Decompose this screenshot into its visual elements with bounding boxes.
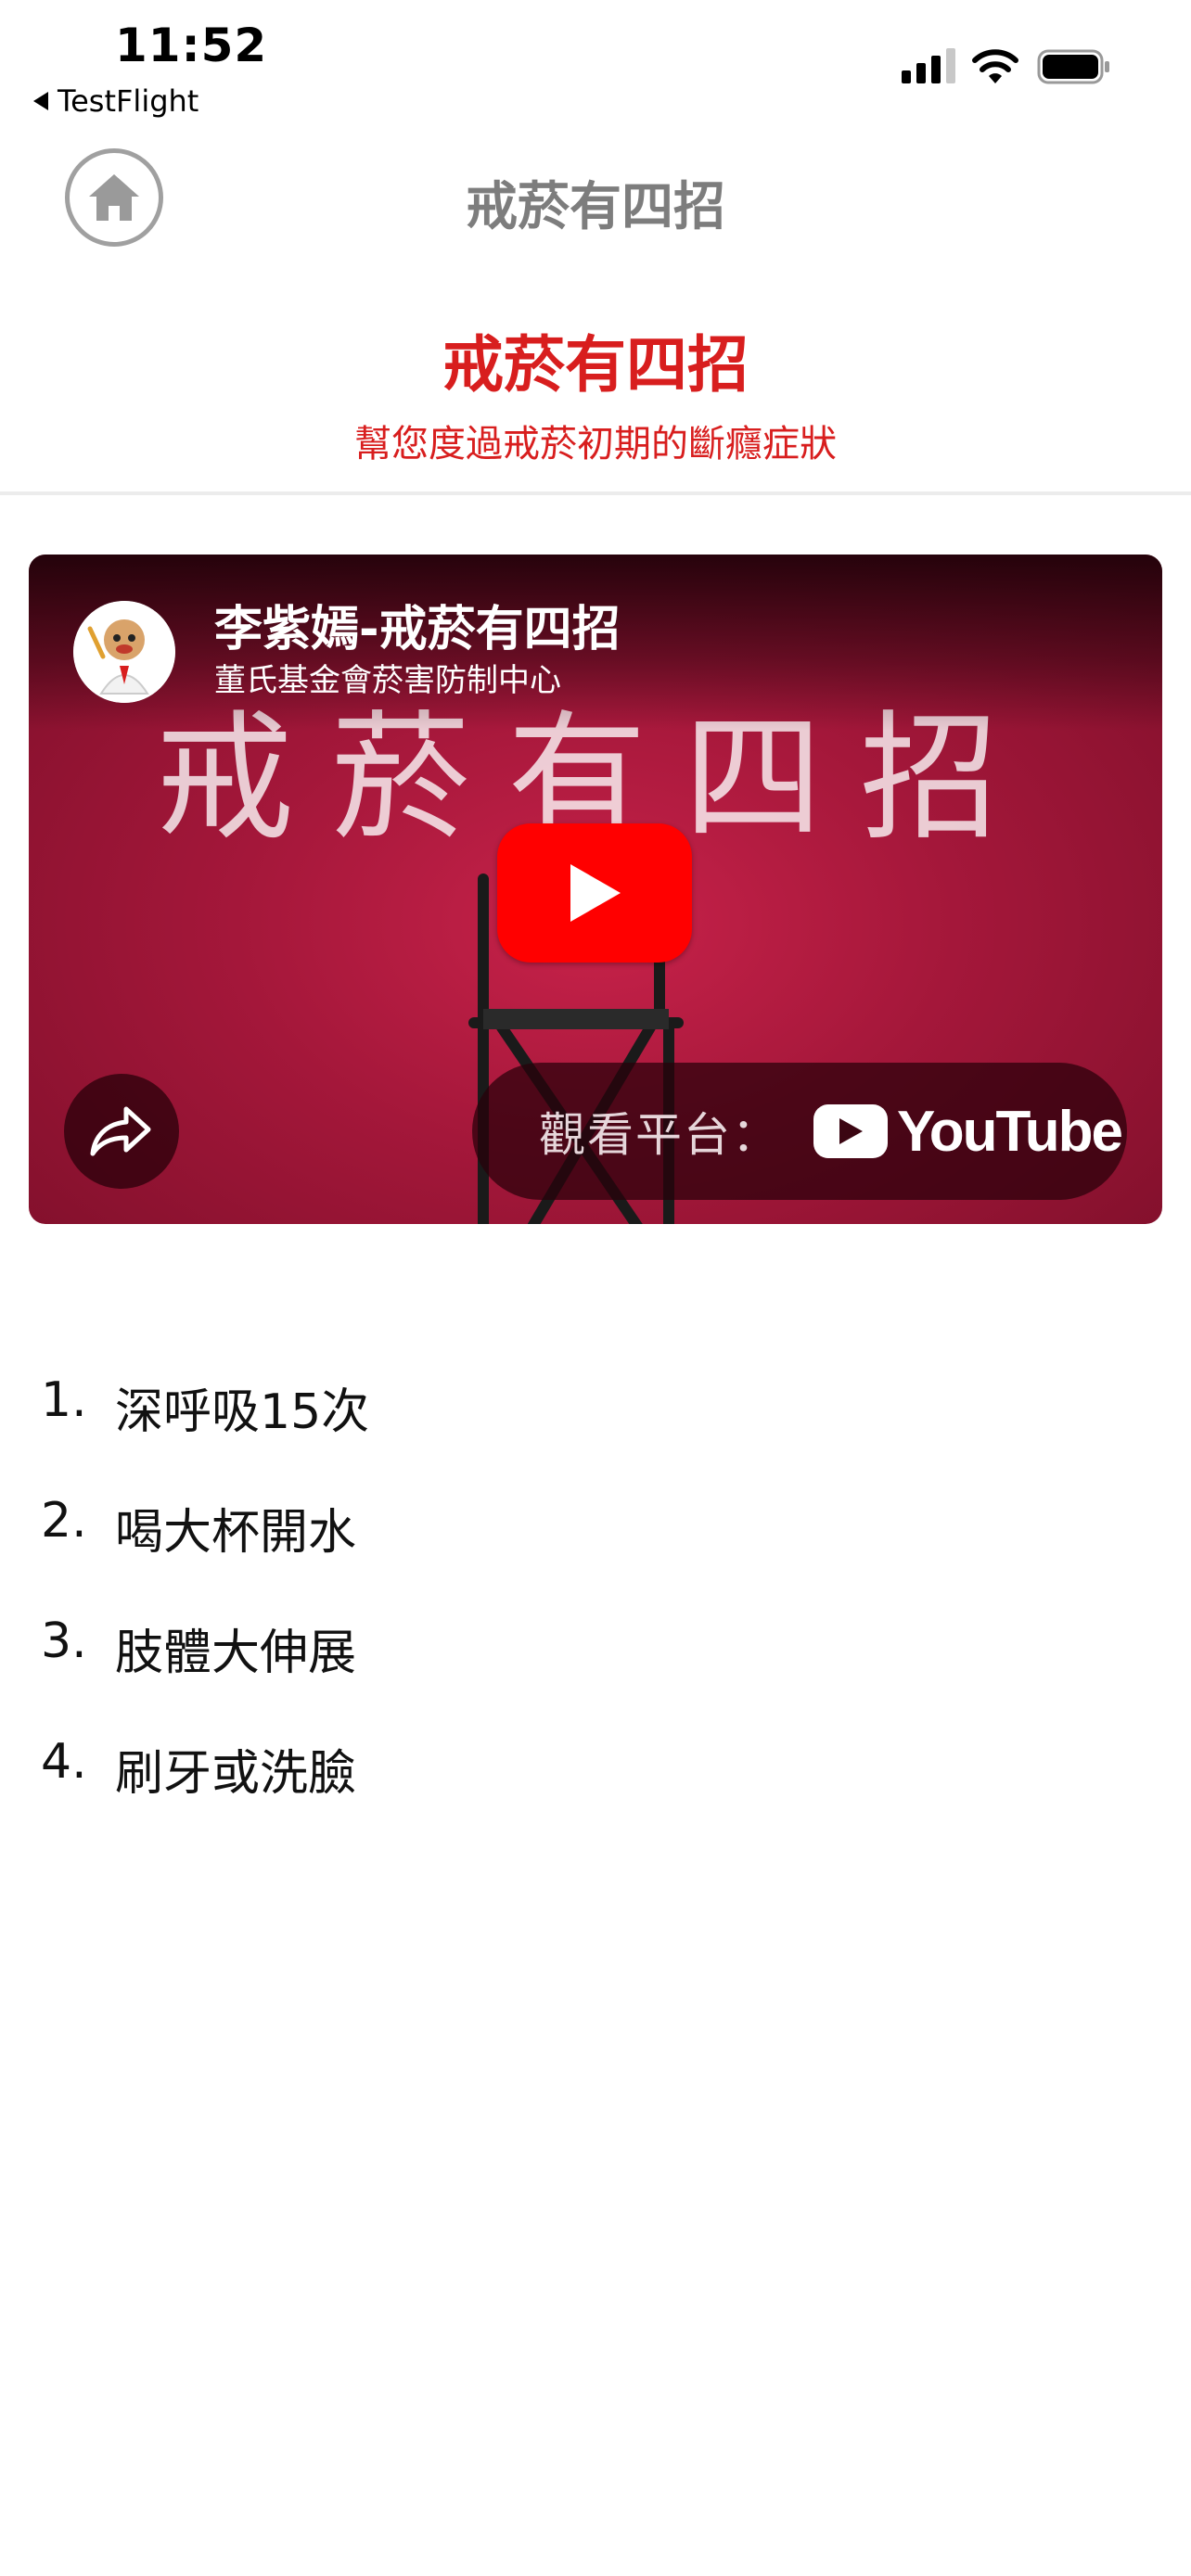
status-time: 11:52 — [115, 19, 268, 72]
back-arrow-icon — [33, 92, 48, 110]
play-icon — [570, 864, 621, 922]
watch-on-youtube-button[interactable]: 觀看平台： YouTube — [472, 1063, 1127, 1200]
status-bar: 11:52 TestFlight — [0, 0, 1191, 130]
youtube-logo: YouTube — [813, 1099, 1123, 1165]
play-button[interactable] — [497, 823, 692, 963]
list-item-number: 2. — [41, 1493, 87, 1549]
tips-list: 1. 深呼吸15次 2. 喝大杯開水 3. 肢體大伸展 4. 刷牙或洗臉 — [41, 1372, 369, 1855]
channel-avatar[interactable] — [73, 601, 175, 703]
youtube-play-logo-icon — [813, 1104, 888, 1158]
nav-bar: 戒菸有四招 — [0, 139, 1191, 260]
list-item-text: 刷牙或洗臉 — [115, 1746, 357, 1802]
page-title: 戒菸有四招 — [442, 329, 749, 401]
wifi-icon — [972, 49, 1018, 83]
share-button[interactable] — [64, 1074, 179, 1189]
youtube-video-player[interactable]: 戒菸有四招 李紫嫣-戒菸有四招 董氏基金會菸害防制中心 觀看平台： YouTub… — [29, 555, 1162, 1224]
list-item-number: 3. — [41, 1613, 87, 1669]
divider — [0, 491, 1191, 495]
video-channel-name[interactable]: 董氏基金會菸害防制中心 — [214, 655, 561, 700]
list-item: 2. 喝大杯開水 — [41, 1493, 369, 1613]
battery-icon — [1037, 49, 1109, 84]
list-item: 1. 深呼吸15次 — [41, 1372, 369, 1493]
back-label: TestFlight — [58, 83, 199, 119]
watch-on-label: 觀看平台： — [539, 1108, 780, 1162]
page-subtitle: 幫您度過戒菸初期的斷癮症狀 — [354, 423, 837, 465]
video-title[interactable]: 李紫嫣-戒菸有四招 — [214, 590, 621, 659]
cellular-signal-icon — [902, 48, 957, 83]
list-item: 3. 肢體大伸展 — [41, 1613, 369, 1734]
back-to-testflight-link[interactable]: TestFlight — [33, 83, 198, 119]
list-item-text: 深呼吸15次 — [115, 1384, 370, 1440]
share-icon — [90, 1106, 151, 1156]
list-item-number: 1. — [41, 1372, 87, 1428]
list-item-number: 4. — [41, 1734, 87, 1790]
list-item: 4. 刷牙或洗臉 — [41, 1734, 369, 1855]
channel-mascot-icon — [73, 601, 175, 703]
youtube-wordmark: YouTube — [897, 1099, 1123, 1164]
list-item-text: 肢體大伸展 — [115, 1626, 357, 1681]
list-item-text: 喝大杯開水 — [115, 1505, 357, 1561]
nav-title: 戒菸有四招 — [466, 177, 725, 237]
